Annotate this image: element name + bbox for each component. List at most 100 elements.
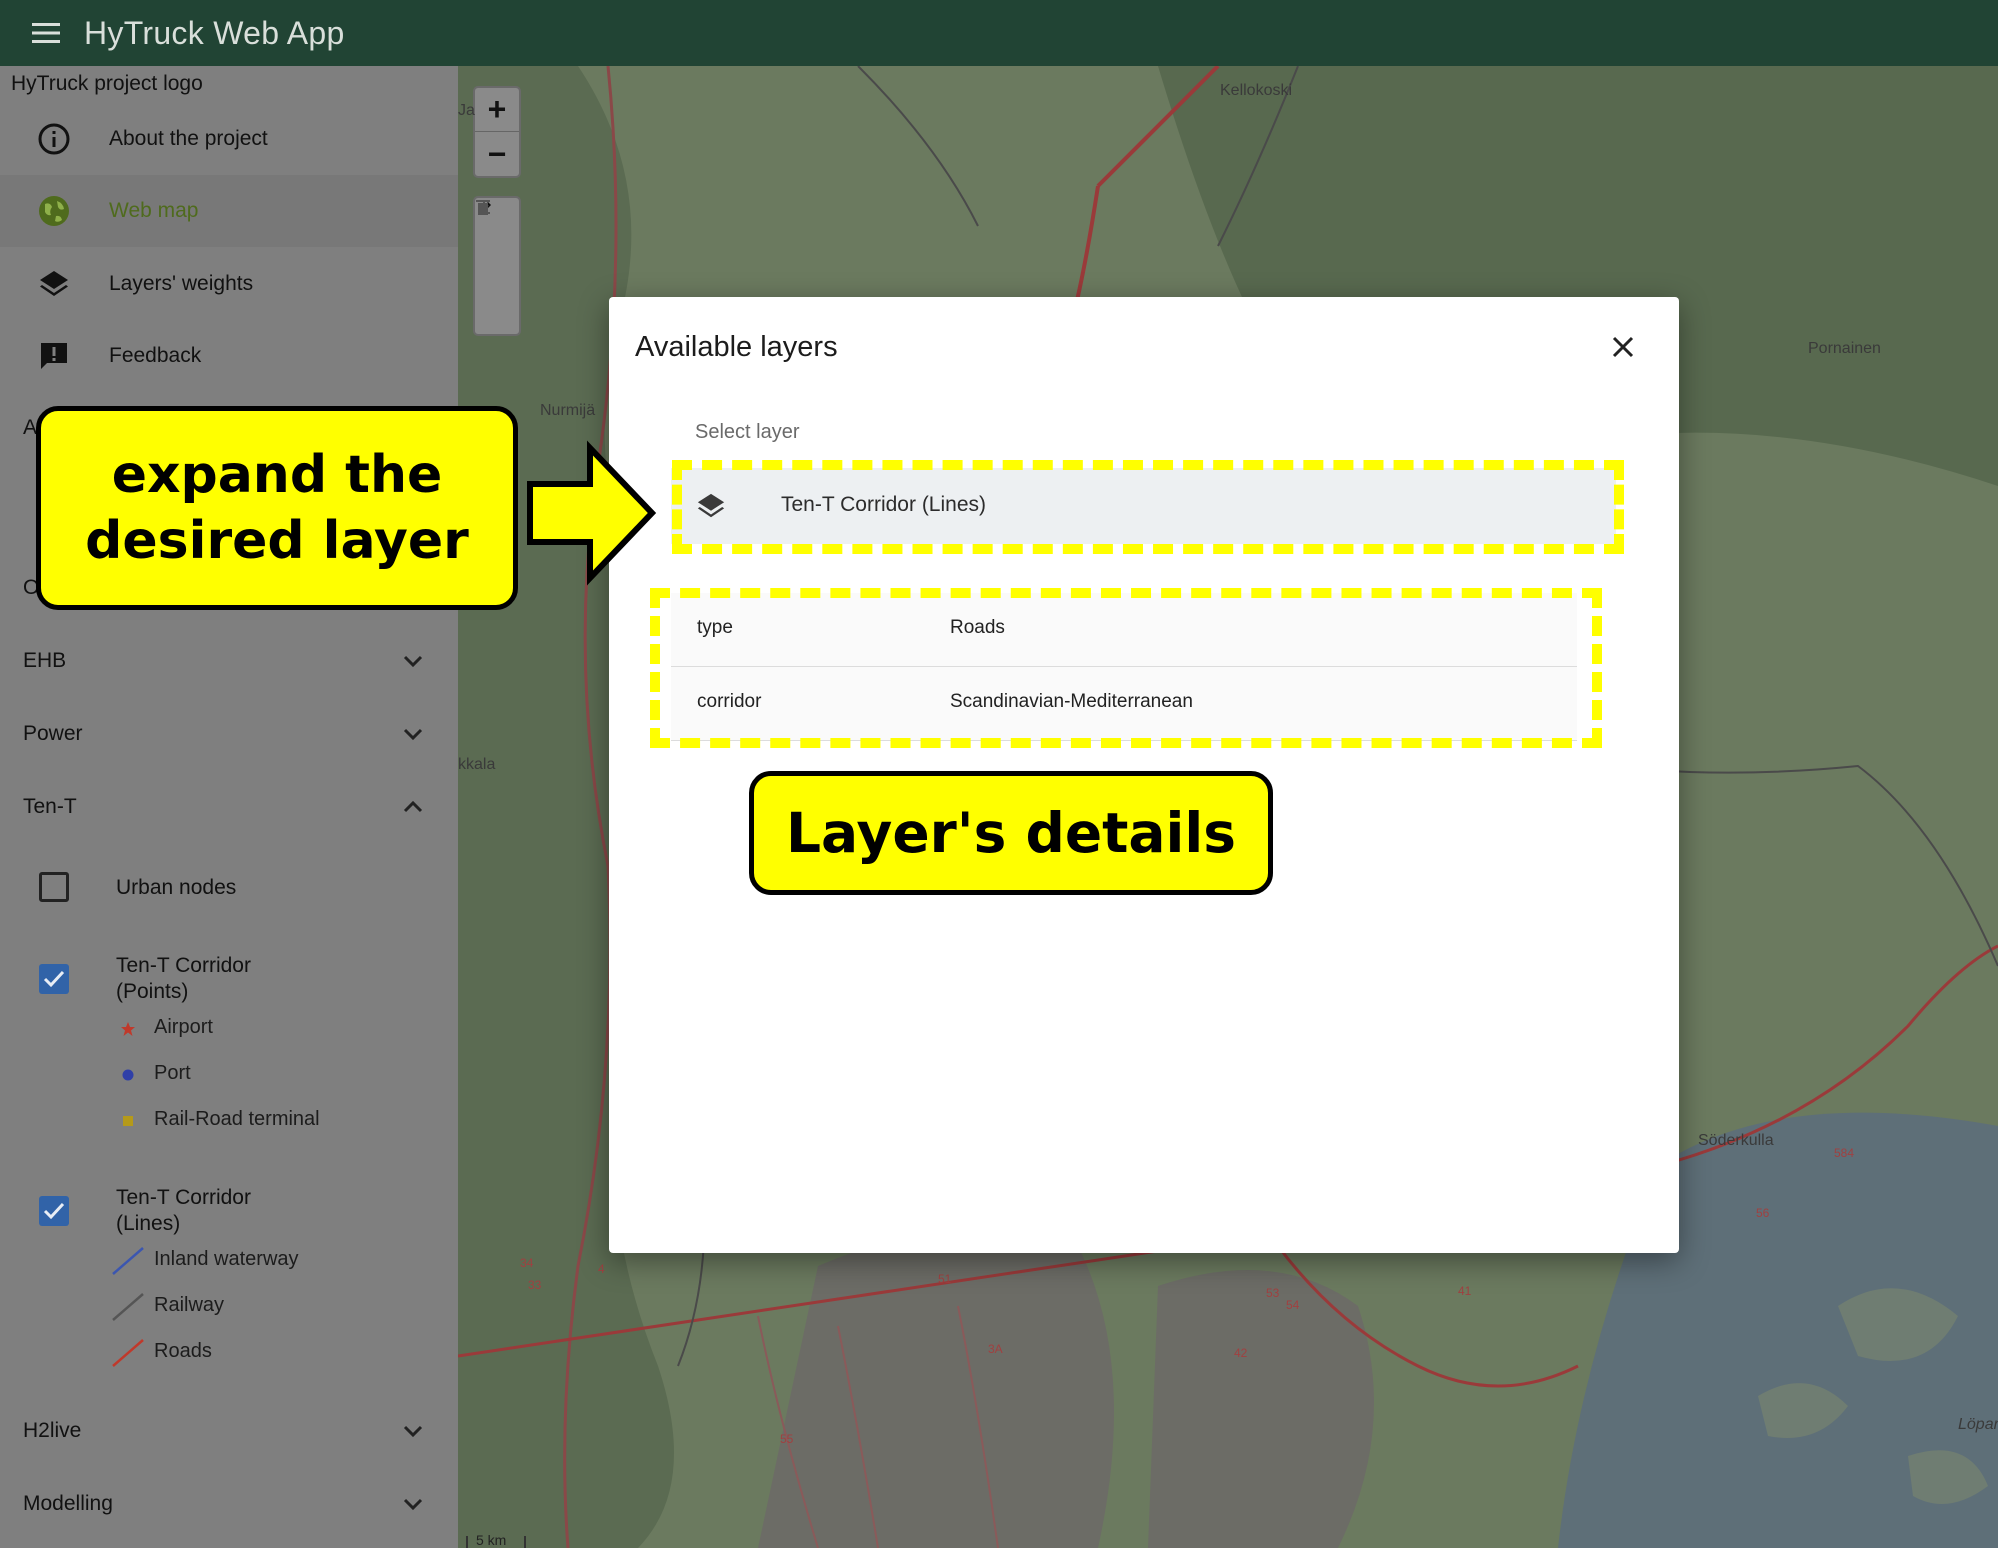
sidebar: HyTruck project logo About the project W… — [0, 66, 458, 1548]
draw-control — [473, 196, 521, 336]
globe-icon — [36, 193, 72, 229]
road-number: 56 — [1756, 1206, 1770, 1220]
app-header: HyTruck Web App — [0, 0, 1998, 66]
close-button[interactable] — [1605, 329, 1641, 365]
layer-label-line1: Ten-T Corridor — [116, 1186, 251, 1209]
legend-rail-road-terminal: Rail-Road terminal — [0, 1106, 458, 1136]
chevron-up-icon — [398, 792, 428, 822]
star-icon — [110, 1014, 146, 1044]
legend-label: Inland waterway — [154, 1248, 299, 1270]
project-logo: HyTruck project logo — [11, 72, 203, 95]
expand-highlight-box — [672, 460, 1624, 554]
callout-line2: desired layer — [85, 511, 469, 571]
close-icon — [1612, 336, 1634, 358]
road-number: 4 — [598, 1262, 605, 1276]
chevron-down-icon — [398, 1416, 428, 1446]
nav-item-about[interactable]: About the project — [0, 103, 458, 175]
section-ten-t[interactable]: Ten-T — [0, 777, 458, 837]
section-label: EHB — [23, 649, 67, 672]
download-button[interactable] — [475, 200, 519, 288]
layer-label: Urban nodes — [116, 876, 237, 899]
expand-layer-callout: expand the desired layer — [36, 406, 518, 610]
details-highlight-box — [650, 588, 1602, 748]
nav-item-layers-weights[interactable]: Layers' weights — [0, 248, 458, 320]
place-label: Löpar — [1958, 1416, 1998, 1433]
line-icon — [110, 1292, 146, 1322]
nav-item-feedback[interactable]: Feedback — [0, 320, 458, 392]
zoom-control: + − — [473, 86, 521, 178]
nav-label-web-map: Web map — [109, 199, 199, 222]
check-icon — [43, 970, 65, 988]
road-number: 42 — [1234, 1346, 1248, 1360]
select-layer-label: Select layer — [695, 421, 800, 443]
app-root: HyTruck Web App HyTruck project logo Abo… — [0, 0, 1998, 1548]
app-title: HyTruck Web App — [84, 14, 345, 51]
road-number: 41 — [1458, 1284, 1472, 1298]
road-number: 53 — [1266, 1286, 1280, 1300]
urban-nodes-checkbox[interactable] — [39, 872, 69, 902]
ten-t-points-checkbox[interactable] — [39, 964, 69, 994]
road-number: 34 — [520, 1256, 534, 1270]
place-label: Kellokoski — [1220, 82, 1293, 99]
place-label: Söderkulla — [1698, 1132, 1774, 1149]
line-icon — [110, 1338, 146, 1368]
layer-details-callout: Layer's details — [749, 771, 1273, 895]
square-icon — [110, 1106, 146, 1136]
feedback-icon — [36, 338, 72, 374]
section-power[interactable]: Power — [0, 704, 458, 764]
hamburger-icon — [32, 23, 60, 43]
nav-label-feedback: Feedback — [109, 344, 202, 367]
nav-label-about: About the project — [109, 127, 268, 150]
layer-urban-nodes: Urban nodes — [0, 872, 458, 912]
legend-label: Airport — [154, 1016, 213, 1038]
chevron-down-icon — [398, 719, 428, 749]
legend-roads: Roads — [0, 1338, 458, 1368]
section-ehb[interactable]: EHB — [0, 631, 458, 691]
section-label: Power — [23, 722, 83, 745]
layer-label-line2: (Lines) — [116, 1212, 181, 1235]
dialog-title: Available layers — [635, 331, 838, 363]
layers-icon — [36, 266, 72, 302]
nav-item-web-map[interactable]: Web map — [0, 175, 458, 247]
callout-line1: expand the — [111, 445, 443, 505]
nav-label-layers-weights: Layers' weights — [109, 272, 254, 295]
check-icon — [43, 1202, 65, 1220]
trash-icon — [476, 200, 490, 215]
chevron-down-icon — [398, 646, 428, 676]
scale-label: 5 km — [476, 1532, 507, 1548]
menu-button[interactable] — [22, 9, 70, 57]
zoom-out-button[interactable]: − — [475, 132, 519, 176]
place-label: kkala — [458, 756, 496, 773]
place-label: Ja — [458, 102, 475, 119]
place-label: Nurmijä — [540, 402, 596, 419]
legend-label: Roads — [154, 1340, 212, 1362]
legend-airport: Airport — [0, 1014, 458, 1044]
section-h2live[interactable]: H2live — [0, 1401, 458, 1461]
legend-inland-waterway: Inland waterway — [0, 1246, 458, 1276]
layer-ten-t-lines: Ten-T Corridor (Lines) — [0, 1178, 458, 1238]
section-modelling[interactable]: Modelling — [0, 1474, 458, 1534]
chevron-down-icon — [398, 1489, 428, 1519]
road-number: 54 — [1286, 1298, 1300, 1312]
layer-ten-t-points: Ten-T Corridor (Points) — [0, 946, 458, 1006]
zoom-in-button[interactable]: + — [475, 88, 519, 132]
dot-icon — [110, 1060, 146, 1090]
section-label: Ten-T — [23, 795, 77, 818]
road-number: 3A — [988, 1342, 1003, 1356]
ten-t-lines-checkbox[interactable] — [39, 1196, 69, 1226]
section-label: H2live — [23, 1419, 82, 1442]
delete-button[interactable] — [475, 200, 519, 333]
info-icon — [36, 121, 72, 157]
legend-port: Port — [0, 1060, 458, 1090]
road-number: 55 — [780, 1432, 794, 1446]
legend-railway: Railway — [0, 1292, 458, 1322]
legend-label: Railway — [154, 1294, 225, 1316]
section-label: Modelling — [23, 1492, 113, 1515]
legend-label: Port — [154, 1062, 191, 1084]
road-number: 51 — [938, 1272, 952, 1286]
map-scale: 5 km — [466, 1532, 526, 1548]
layer-label-line2: (Points) — [116, 980, 189, 1003]
partial-section-label-a: A — [23, 416, 38, 439]
road-number: 33 — [528, 1278, 542, 1292]
layer-label-line1: Ten-T Corridor — [116, 954, 251, 977]
